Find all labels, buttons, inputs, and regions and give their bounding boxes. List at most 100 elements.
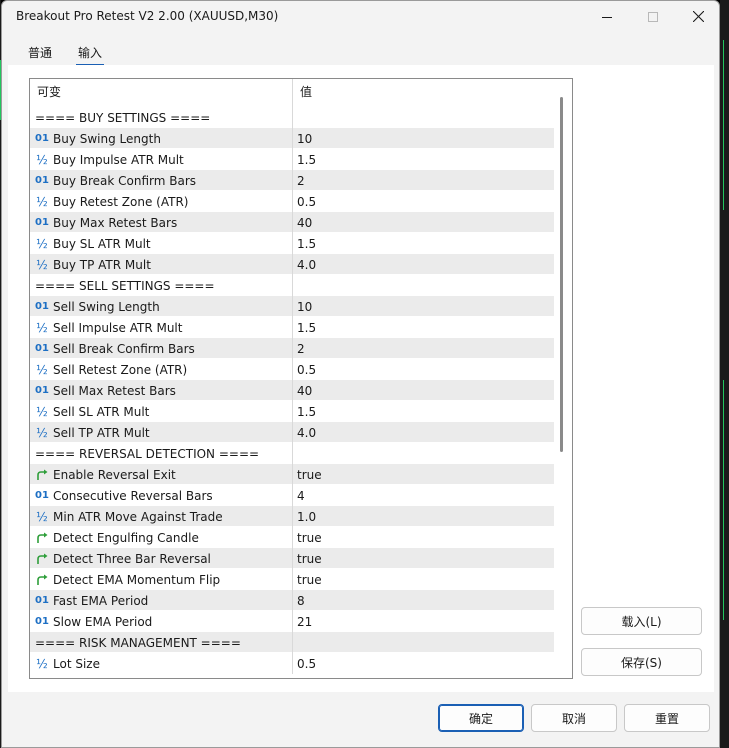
table-row[interactable]: ½ Lot Size 0.5 xyxy=(30,653,554,674)
double-type-icon: ½ xyxy=(36,236,48,251)
value-cell[interactable]: true xyxy=(293,464,554,485)
table-row[interactable]: 01 Buy Break Confirm Bars 2 xyxy=(30,170,554,191)
tab-inputs[interactable]: 输入 xyxy=(75,44,105,66)
value-cell[interactable]: 40 xyxy=(293,380,554,401)
minimize-button[interactable] xyxy=(584,1,630,32)
value-cell[interactable]: 1.5 xyxy=(293,317,554,338)
value-cell[interactable]: 2 xyxy=(293,170,554,191)
bool-type-icon xyxy=(35,469,49,481)
inputs-grid: 可变 值 ==== BUY SETTINGS ==== 01 Buy Swing L… xyxy=(29,78,573,679)
double-type-icon: ½ xyxy=(36,320,48,335)
table-row[interactable]: 01 Buy Max Retest Bars 40 xyxy=(30,212,554,233)
value-cell[interactable]: 4.0 xyxy=(293,254,554,275)
bool-type-icon xyxy=(35,574,49,586)
variable-cell: Detect Engulfing Candle xyxy=(30,527,292,548)
value-cell[interactable]: 10 xyxy=(293,128,554,149)
table-row[interactable]: ½ Buy SL ATR Mult 1.5 xyxy=(30,233,554,254)
background-chart-right xyxy=(720,0,729,748)
value-cell[interactable]: true xyxy=(293,548,554,569)
double-type-icon: ½ xyxy=(36,362,48,377)
variable-cell: ==== BUY SETTINGS ==== xyxy=(30,107,292,128)
table-row[interactable]: 01 Consecutive Reversal Bars 4 xyxy=(30,485,554,506)
table-row[interactable]: ½ Buy Retest Zone (ATR) 0.5 xyxy=(30,191,554,212)
value-cell[interactable]: 2 xyxy=(293,338,554,359)
section-header-row[interactable]: ==== REVERSAL DETECTION ==== xyxy=(30,443,554,464)
value-cell[interactable] xyxy=(293,443,554,464)
scrollbar-thumb[interactable] xyxy=(560,97,563,452)
close-button[interactable] xyxy=(675,1,721,32)
title-bar[interactable]: Breakout Pro Retest V2 2.00 (XAUUSD,M30) xyxy=(2,1,719,32)
table-row[interactable]: ½ Sell Retest Zone (ATR) 0.5 xyxy=(30,359,554,380)
table-row[interactable]: Detect Three Bar Reversal true xyxy=(30,548,554,569)
column-header-value[interactable]: 值 xyxy=(293,79,554,107)
table-row[interactable]: 01 Sell Swing Length 10 xyxy=(30,296,554,317)
variable-name: Buy Break Confirm Bars xyxy=(53,173,197,188)
value-cell[interactable]: 1.5 xyxy=(293,149,554,170)
variable-name: ==== SELL SETTINGS ==== xyxy=(35,278,215,293)
value-cell[interactable]: 0.5 xyxy=(293,191,554,212)
reset-button[interactable]: 重置 xyxy=(624,704,710,732)
table-row[interactable]: ½ Buy Impulse ATR Mult 1.5 xyxy=(30,149,554,170)
table-row[interactable]: 01 Sell Max Retest Bars 40 xyxy=(30,380,554,401)
value-cell[interactable]: 4.0 xyxy=(293,422,554,443)
variable-name: Buy SL ATR Mult xyxy=(53,236,151,251)
double-type-icon: ½ xyxy=(36,194,48,209)
value-cell[interactable]: 0.5 xyxy=(293,653,554,674)
ok-button[interactable]: 确定 xyxy=(438,704,524,732)
int-type-icon: 01 xyxy=(35,385,49,396)
table-row[interactable]: Detect EMA Momentum Flip true xyxy=(30,569,554,590)
section-header-row[interactable]: ==== SELL SETTINGS ==== xyxy=(30,275,554,296)
column-header-variable[interactable]: 可变 xyxy=(30,79,292,107)
value-cell[interactable]: 40 xyxy=(293,212,554,233)
value-cell[interactable]: true xyxy=(293,569,554,590)
variable-name: Buy TP ATR Mult xyxy=(53,257,151,272)
value-cell[interactable]: 8 xyxy=(293,590,554,611)
grid-header: 可变 值 xyxy=(30,79,554,107)
table-row[interactable]: 01 Buy Swing Length 10 xyxy=(30,128,554,149)
variable-name: Detect Three Bar Reversal xyxy=(53,551,211,566)
table-row[interactable]: ½ Sell TP ATR Mult 4.0 xyxy=(30,422,554,443)
int-type-icon: 01 xyxy=(35,217,49,228)
value-cell[interactable]: 4 xyxy=(293,485,554,506)
table-row[interactable]: 01 Fast EMA Period 8 xyxy=(30,590,554,611)
variable-name: ==== BUY SETTINGS ==== xyxy=(35,110,211,125)
table-row[interactable]: ½ Min ATR Move Against Trade 1.0 xyxy=(30,506,554,527)
value-cell[interactable]: true xyxy=(293,527,554,548)
value-cell[interactable]: 1.0 xyxy=(293,506,554,527)
table-row[interactable]: Enable Reversal Exit true xyxy=(30,464,554,485)
vertical-scrollbar[interactable] xyxy=(554,79,572,678)
section-header-row[interactable]: ==== BUY SETTINGS ==== xyxy=(30,107,554,128)
load-button[interactable]: 载入(L) xyxy=(581,607,702,635)
variable-cell: 01 Buy Break Confirm Bars xyxy=(30,170,292,191)
value-cell[interactable]: 1.5 xyxy=(293,233,554,254)
table-row[interactable]: ½ Buy TP ATR Mult 4.0 xyxy=(30,254,554,275)
int-type-icon: 01 xyxy=(35,343,49,354)
table-row[interactable]: Detect Engulfing Candle true xyxy=(30,527,554,548)
value-cell[interactable]: 0.5 xyxy=(293,359,554,380)
save-button[interactable]: 保存(S) xyxy=(581,648,702,676)
table-row[interactable]: 01 Slow EMA Period 21 xyxy=(30,611,554,632)
variable-cell: 01 Buy Max Retest Bars xyxy=(30,212,292,233)
double-type-icon: ½ xyxy=(36,257,48,272)
table-row[interactable]: ½ Sell SL ATR Mult 1.5 xyxy=(30,401,554,422)
int-type-icon: 01 xyxy=(35,133,49,144)
tab-common[interactable]: 普通 xyxy=(28,44,52,61)
variable-name: ==== RISK MANAGEMENT ==== xyxy=(35,635,241,650)
window-title: Breakout Pro Retest V2 2.00 (XAUUSD,M30) xyxy=(16,9,279,23)
variable-name: Fast EMA Period xyxy=(53,593,149,608)
variable-name: Slow EMA Period xyxy=(53,614,153,629)
table-row[interactable]: ½ Sell Impulse ATR Mult 1.5 xyxy=(30,317,554,338)
variable-cell: Detect Three Bar Reversal xyxy=(30,548,292,569)
bool-type-icon xyxy=(35,553,49,565)
value-cell[interactable] xyxy=(293,632,554,653)
table-row[interactable]: 01 Sell Break Confirm Bars 2 xyxy=(30,338,554,359)
variable-name: Detect EMA Momentum Flip xyxy=(53,572,221,587)
value-cell[interactable] xyxy=(293,275,554,296)
value-cell[interactable]: 21 xyxy=(293,611,554,632)
cancel-button[interactable]: 取消 xyxy=(531,704,617,732)
value-cell[interactable] xyxy=(293,107,554,128)
section-header-row[interactable]: ==== RISK MANAGEMENT ==== xyxy=(30,632,554,653)
value-cell[interactable]: 10 xyxy=(293,296,554,317)
variable-name: Sell Impulse ATR Mult xyxy=(53,320,183,335)
value-cell[interactable]: 1.5 xyxy=(293,401,554,422)
